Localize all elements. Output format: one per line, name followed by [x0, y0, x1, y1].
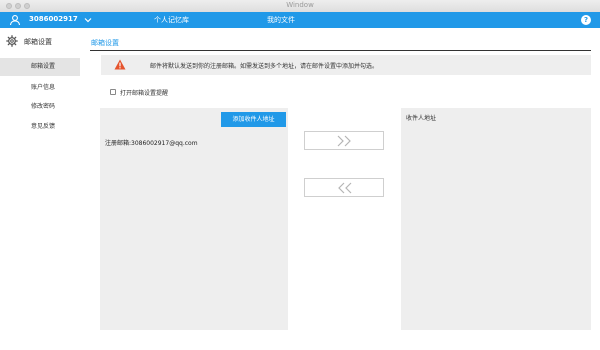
- move-left-button[interactable]: [304, 178, 384, 197]
- user-icon[interactable]: [9, 14, 21, 26]
- title-divider: [90, 50, 591, 51]
- gear-icon: [6, 35, 18, 47]
- recipient-address-panel: 收件人地址: [401, 108, 591, 330]
- sidebar-item-account-info[interactable]: 账户信息: [0, 79, 80, 97]
- double-chevron-left-icon: [338, 182, 352, 194]
- app-window: Window 3086002917 个人记忆库 我的文件 ? 邮箱设置 邮箱设置…: [0, 0, 600, 350]
- recipient-address-title: 收件人地址: [406, 115, 437, 122]
- double-chevron-right-icon: [337, 135, 351, 147]
- window-title: Window: [286, 1, 314, 9]
- chevron-down-icon[interactable]: [84, 17, 92, 23]
- help-icon[interactable]: ?: [581, 15, 591, 25]
- notice-banner: 邮件将默认发送到你的注册邮箱。如需发送到多个地址，请在邮件设置中添加并勾选。: [101, 55, 591, 75]
- reminder-checkbox[interactable]: [110, 89, 116, 95]
- page-title: 邮箱设置: [91, 39, 119, 47]
- username[interactable]: 3086002917: [29, 15, 78, 23]
- notice-text: 邮件将默认发送到你的注册邮箱。如需发送到多个地址，请在邮件设置中添加并勾选。: [150, 63, 379, 70]
- nav-personal-memory[interactable]: 个人记忆库: [154, 15, 189, 25]
- registered-address-panel: 添加收件人地址 注册邮箱:3086002917@qq.com: [100, 108, 288, 330]
- top-nav-bar: 3086002917 个人记忆库 我的文件 ?: [0, 12, 600, 28]
- registered-email[interactable]: 注册邮箱:3086002917@qq.com: [105, 138, 198, 147]
- move-right-button[interactable]: [304, 131, 384, 150]
- add-recipient-button[interactable]: 添加收件人地址: [221, 112, 286, 127]
- nav-my-files[interactable]: 我的文件: [267, 15, 295, 25]
- reminder-label[interactable]: 打开邮箱设置提醒: [120, 88, 168, 97]
- sidebar-item-feedback[interactable]: 意见反馈: [0, 118, 80, 136]
- sidebar-item-mail-settings[interactable]: 邮箱设置: [0, 58, 80, 76]
- sidebar-item-change-password[interactable]: 修改密码: [0, 98, 80, 116]
- sidebar-title: 邮箱设置: [24, 38, 52, 46]
- main-content: 邮箱设置 邮件将默认发送到你的注册邮箱。如需发送到多个地址，请在邮件设置中添加并…: [90, 28, 600, 350]
- warning-icon: [114, 59, 126, 70]
- sidebar-header: 邮箱设置: [0, 28, 80, 54]
- sidebar: 邮箱设置 邮箱设置 账户信息 修改密码 意见反馈: [0, 28, 80, 350]
